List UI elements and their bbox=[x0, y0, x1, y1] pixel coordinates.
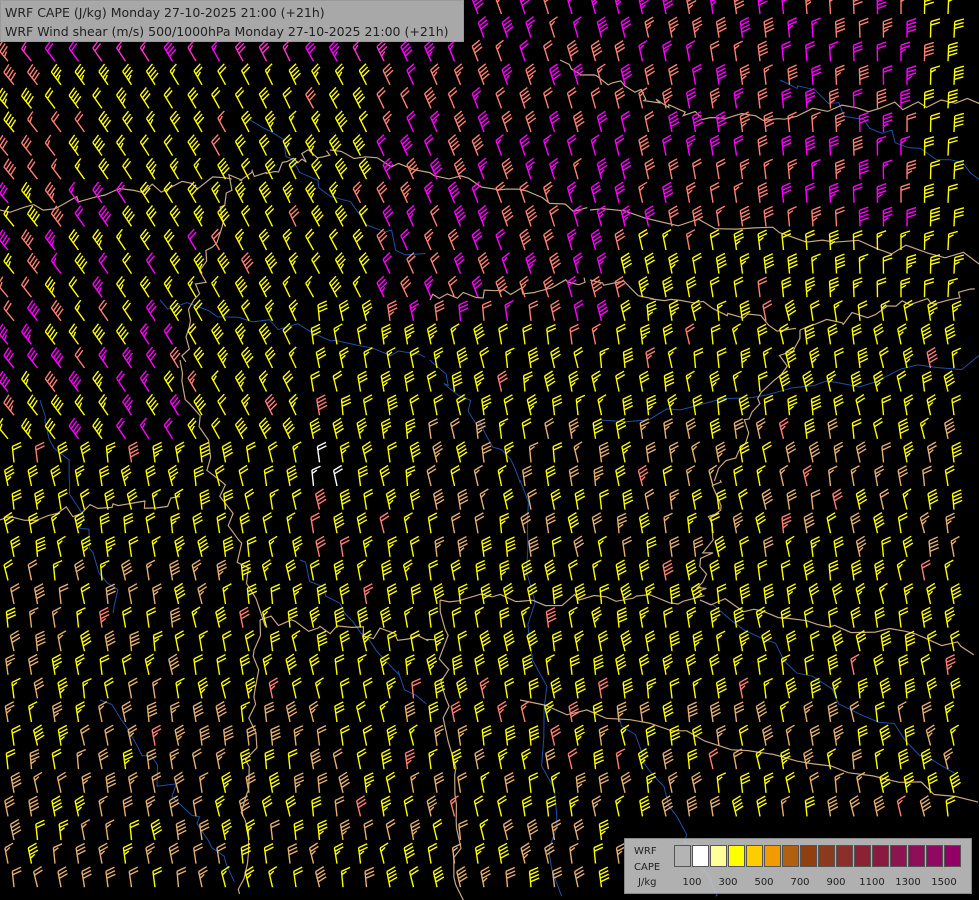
legend-swatch bbox=[710, 845, 727, 867]
legend-swatch bbox=[782, 845, 799, 867]
legend-tick-label: 700 bbox=[790, 877, 810, 888]
legend-swatch bbox=[872, 845, 889, 867]
map-title-box: WRF CAPE (J/kg) Monday 27-10-2025 21:00 … bbox=[0, 0, 464, 42]
legend-swatch bbox=[926, 845, 943, 867]
wind-shear-title: WRF Wind shear (m/s) 500/1000hPa Monday … bbox=[5, 24, 449, 39]
legend-swatch bbox=[908, 845, 925, 867]
legend-tick-label: 1500 bbox=[931, 877, 957, 888]
legend-tick-label: 1300 bbox=[895, 877, 921, 888]
legend-unit-label: J/kg bbox=[638, 877, 657, 888]
legend-swatch bbox=[890, 845, 907, 867]
cape-title: WRF CAPE (J/kg) Monday 27-10-2025 21:00 … bbox=[5, 5, 325, 20]
legend-tick-label: 100 bbox=[682, 877, 702, 888]
legend-swatch bbox=[674, 845, 691, 867]
legend-tick-label: 900 bbox=[826, 877, 846, 888]
legend-parameter-label: CAPE bbox=[634, 862, 661, 873]
legend-swatch bbox=[836, 845, 853, 867]
legend-swatch bbox=[692, 845, 709, 867]
legend-swatch bbox=[746, 845, 763, 867]
legend-swatch bbox=[818, 845, 835, 867]
legend-model-label: WRF bbox=[634, 846, 657, 857]
legend-swatch bbox=[854, 845, 871, 867]
legend-swatch bbox=[764, 845, 781, 867]
legend-tick-label: 300 bbox=[718, 877, 738, 888]
legend-swatch bbox=[800, 845, 817, 867]
legend-tick-labels: 100 300 500 700 900 1100 1300 1500 bbox=[674, 877, 964, 891]
wind-shear-map bbox=[0, 0, 979, 900]
legend-tick-label: 1100 bbox=[859, 877, 885, 888]
legend-swatch bbox=[728, 845, 745, 867]
legend-color-scale bbox=[674, 845, 962, 867]
legend-swatch bbox=[944, 845, 961, 867]
cape-legend: WRF CAPE J/kg 100 300 500 700 900 1100 1300 150… bbox=[624, 838, 972, 894]
legend-tick-label: 500 bbox=[754, 877, 774, 888]
